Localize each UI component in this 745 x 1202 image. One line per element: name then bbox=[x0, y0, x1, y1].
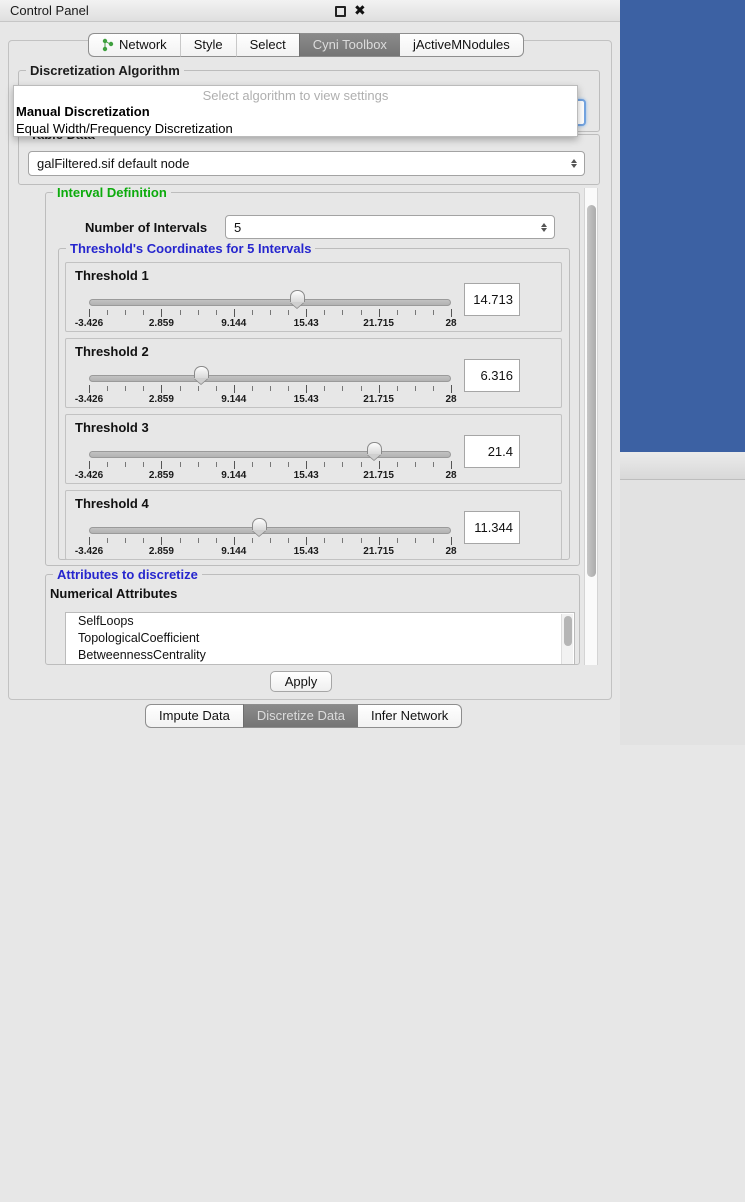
tab-label: Select bbox=[250, 34, 286, 56]
popup-item-manual-discretization[interactable]: Manual Discretization bbox=[14, 103, 577, 120]
numerical-attributes-label: Numerical Attributes bbox=[50, 586, 177, 601]
close-icon[interactable]: ✖ bbox=[354, 2, 366, 19]
apply-button[interactable]: Apply bbox=[270, 671, 332, 692]
threshold-label: Threshold 1 bbox=[75, 268, 149, 283]
control-panel: Control Panel ✖ Network Style Select Cyn… bbox=[0, 0, 620, 745]
tab-infer-network[interactable]: Infer Network bbox=[358, 704, 462, 728]
table-data-group: Table Data bbox=[18, 134, 600, 185]
slider-thumb[interactable] bbox=[290, 290, 305, 302]
tab-discretize-data[interactable]: Discretize Data bbox=[243, 704, 358, 728]
number-of-intervals-label: Number of Intervals bbox=[85, 220, 207, 235]
group-title: Interval Definition bbox=[53, 185, 171, 200]
threshold-label: Threshold 2 bbox=[75, 344, 149, 359]
table-panel-titlebar: Table Panel bbox=[620, 452, 745, 480]
network-icon bbox=[102, 38, 114, 52]
list-item[interactable]: SelfLoops bbox=[66, 613, 574, 630]
list-item[interactable]: TopologicalCoefficient bbox=[66, 630, 574, 647]
threshold-4-card: Threshold 4 -3.4262.8599.14415.4321.7152… bbox=[65, 490, 562, 560]
scrollbar-thumb[interactable] bbox=[564, 616, 572, 646]
threshold-label: Threshold 3 bbox=[75, 420, 149, 435]
top-tab-bar: Network Style Select Cyni Toolbox jActiv… bbox=[88, 33, 524, 57]
slider-tick-labels: -3.4262.8599.14415.4321.71528 bbox=[66, 394, 561, 406]
threshold-value-field[interactable]: 11.344 bbox=[464, 511, 520, 544]
tab-label: Impute Data bbox=[159, 705, 230, 727]
threshold-label: Threshold 4 bbox=[75, 496, 149, 511]
slider-track[interactable] bbox=[89, 299, 451, 306]
tab-label: Cyni Toolbox bbox=[313, 34, 387, 56]
slider-track[interactable] bbox=[89, 451, 451, 458]
slider-track[interactable] bbox=[89, 375, 451, 382]
tab-label: Network bbox=[119, 34, 167, 56]
list-item[interactable]: BetweennessCentrality bbox=[66, 647, 574, 664]
threshold-value-field[interactable]: 21.4 bbox=[464, 435, 520, 468]
slider-tick-labels: -3.4262.8599.14415.4321.71528 bbox=[66, 470, 561, 482]
slider-tick-labels: -3.4262.8599.14415.4321.71528 bbox=[66, 546, 561, 558]
slider-thumb[interactable] bbox=[367, 442, 382, 454]
number-of-intervals-combobox[interactable]: 5 bbox=[225, 215, 555, 239]
table-panel-body: ⚙ ☑ ☑ shared... na YDL19...YDL1YDR27...Y… bbox=[620, 480, 745, 745]
tab-jactivemnodules[interactable]: jActiveMNodules bbox=[400, 33, 524, 57]
threshold-3-card: Threshold 3 -3.4262.8599.14415.4321.7152… bbox=[65, 414, 562, 484]
slider-thumb[interactable] bbox=[194, 366, 209, 378]
list-scrollbar[interactable] bbox=[561, 614, 573, 665]
algorithm-dropdown-popup: Select algorithm to view settings Manual… bbox=[13, 85, 578, 137]
combo-value: 5 bbox=[234, 220, 241, 235]
tab-label: Infer Network bbox=[371, 705, 448, 727]
attributes-list[interactable]: SelfLoopsTopologicalCoefficientBetweenne… bbox=[65, 612, 575, 665]
control-panel-titlebar: Control Panel ✖ bbox=[0, 0, 620, 22]
tab-impute-data[interactable]: Impute Data bbox=[145, 704, 243, 728]
slider-thumb[interactable] bbox=[252, 518, 267, 530]
cytoscape-desktop: GAL80GACGAL11GAL4GCY1HHAP2 bbox=[620, 0, 745, 452]
tab-label: Discretize Data bbox=[257, 705, 345, 727]
threshold-value-field[interactable]: 14.713 bbox=[464, 283, 520, 316]
tab-network[interactable]: Network bbox=[88, 33, 180, 57]
slider-tick-labels: -3.4262.8599.14415.4321.71528 bbox=[66, 318, 561, 330]
settings-vertical-scrollbar[interactable] bbox=[584, 188, 598, 665]
threshold-1-card: Threshold 1 -3.4262.8599.14415.4321.7152… bbox=[65, 262, 562, 332]
group-title: Threshold's Coordinates for 5 Intervals bbox=[66, 241, 315, 256]
popup-item-equal-width[interactable]: Equal Width/Frequency Discretization bbox=[14, 120, 577, 137]
group-title: Discretization Algorithm bbox=[26, 63, 184, 78]
scrollbar-thumb[interactable] bbox=[587, 205, 596, 577]
tab-cyni-toolbox[interactable]: Cyni Toolbox bbox=[299, 33, 400, 57]
slider-track[interactable] bbox=[89, 527, 451, 534]
threshold-value-field[interactable]: 6.316 bbox=[464, 359, 520, 392]
tab-label: Style bbox=[194, 34, 223, 56]
tab-select[interactable]: Select bbox=[236, 33, 299, 57]
float-window-icon[interactable] bbox=[335, 6, 346, 17]
group-title: Attributes to discretize bbox=[53, 567, 202, 582]
popup-prompt: Select algorithm to view settings bbox=[14, 86, 577, 103]
threshold-2-card: Threshold 2 -3.4262.8599.14415.4321.7152… bbox=[65, 338, 562, 408]
panel-title: Control Panel bbox=[10, 3, 89, 18]
bottom-tab-bar: Impute Data Discretize Data Infer Networ… bbox=[145, 704, 462, 728]
tab-style[interactable]: Style bbox=[180, 33, 236, 57]
combo-stepper-icon bbox=[541, 216, 547, 238]
tab-label: jActiveMNodules bbox=[413, 34, 510, 56]
